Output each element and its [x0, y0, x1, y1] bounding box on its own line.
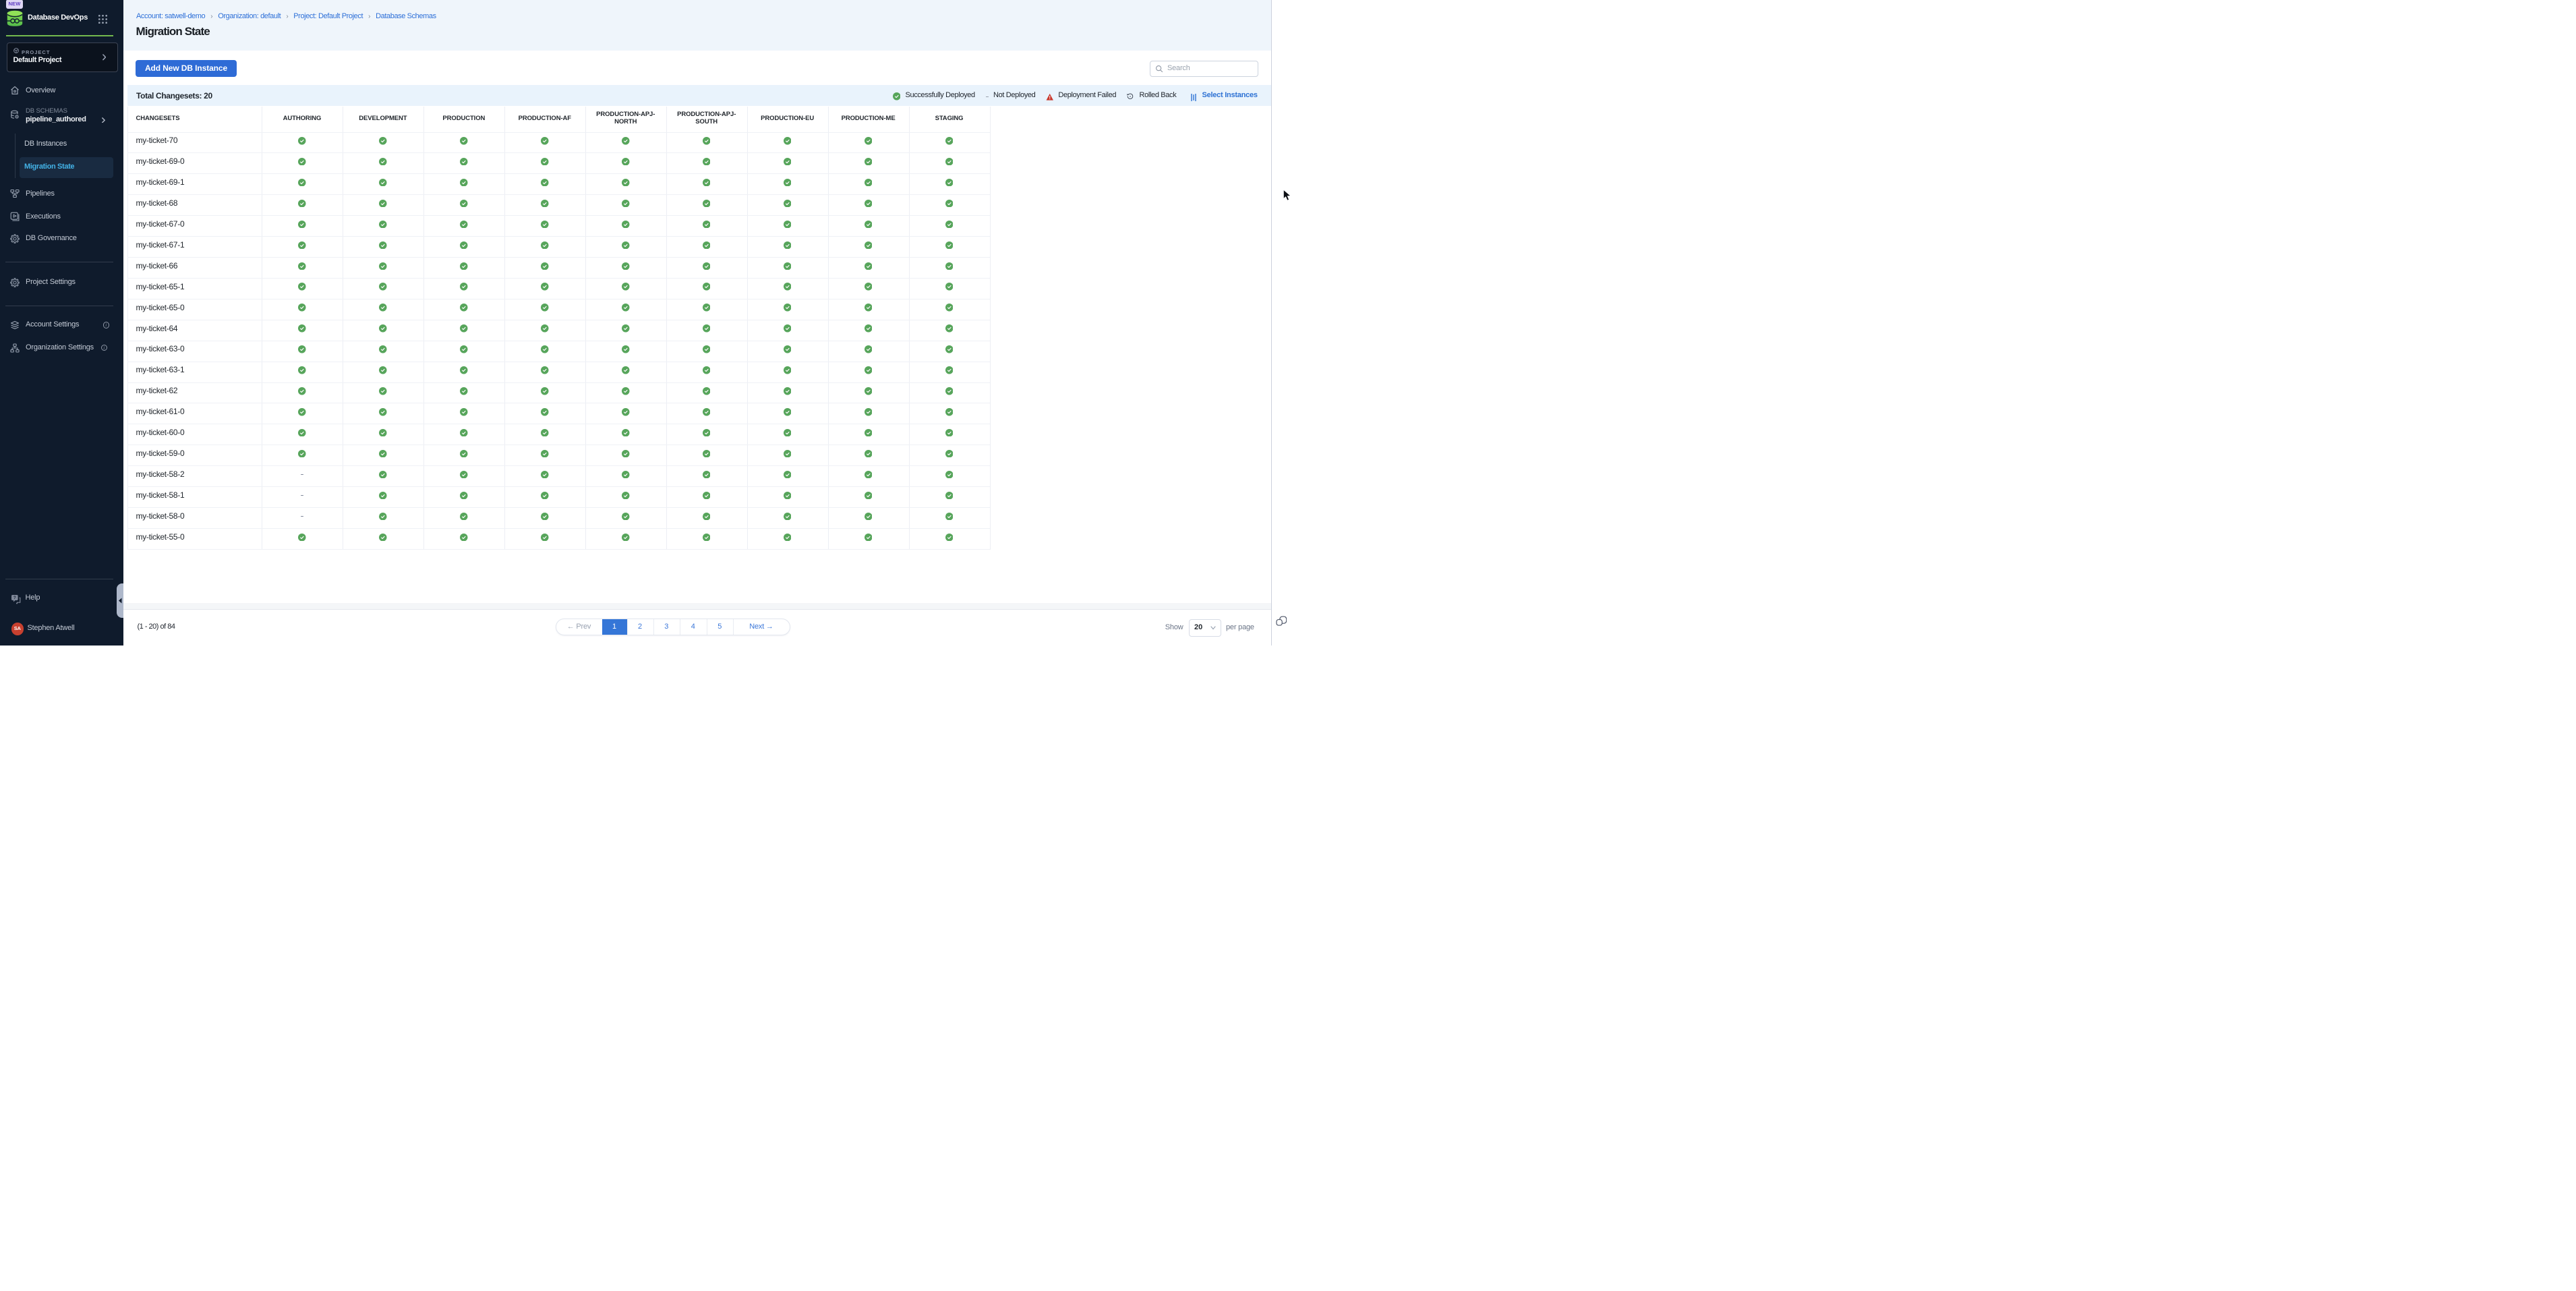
svg-text:?: ?: [13, 596, 16, 600]
